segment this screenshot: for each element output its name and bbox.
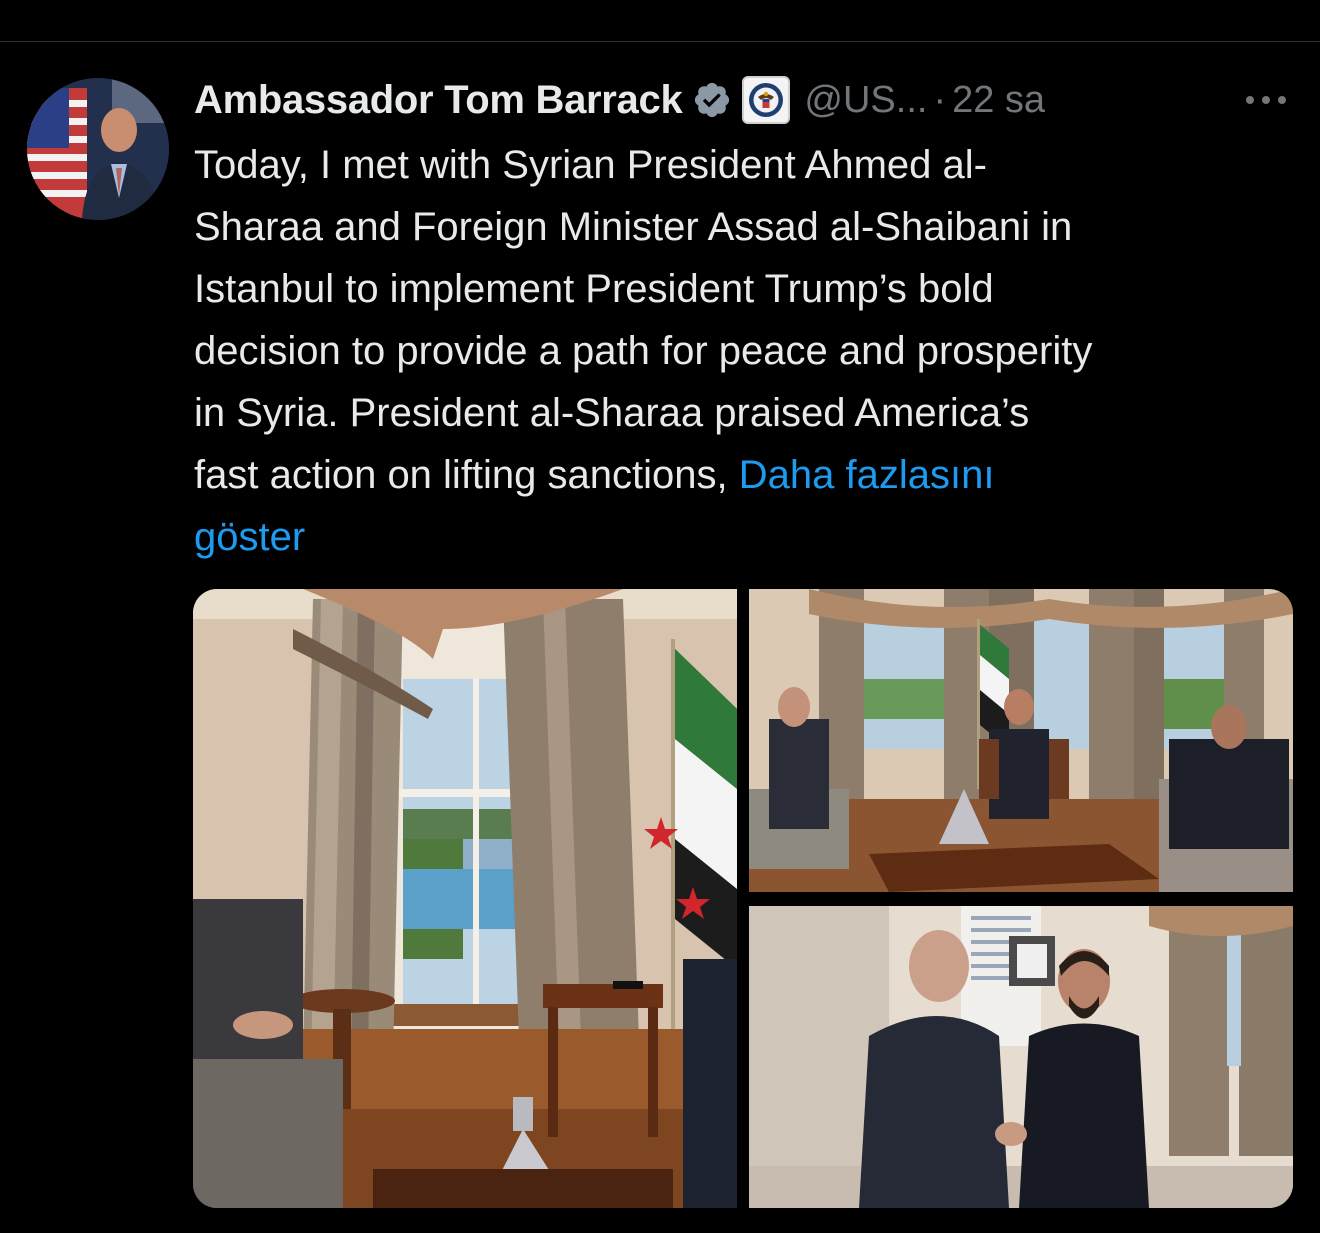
tweet-text-line: decision to provide a path for peace and…	[194, 329, 1093, 373]
tweet-timestamp[interactable]: 22 sa	[952, 79, 1045, 122]
tweet-text-line: fast action on lifting sanctions,	[194, 453, 739, 497]
tweet-text-line: Today, I met with Syrian President Ahmed…	[194, 143, 987, 187]
photo-handshake[interactable]	[749, 906, 1293, 1208]
tweet-text-line-last: fast action on lifting sanctions, Daha f…	[194, 444, 1299, 506]
tweet-header: Ambassador Tom Barrack @US... · 22 sa	[194, 74, 1294, 126]
author-handle[interactable]: @US...	[804, 79, 927, 122]
tweet-text-line: Istanbul to implement President Trump’s …	[194, 267, 994, 311]
author-avatar[interactable]	[27, 78, 169, 220]
tweet-text: Today, I met with Syrian President Ahmed…	[194, 134, 1299, 568]
tweet-text-line-more: göster	[194, 506, 1299, 568]
media-grid	[193, 589, 1293, 1208]
meta-separator: ·	[933, 78, 947, 121]
show-more-link-continued[interactable]: göster	[194, 515, 305, 559]
top-divider	[0, 41, 1320, 42]
verified-badge-icon[interactable]	[692, 80, 732, 120]
photo-meeting-room[interactable]	[193, 589, 737, 1208]
photo-meeting-wide[interactable]	[749, 589, 1293, 892]
tweet-text-line: in Syria. President al-Sharaa praised Am…	[194, 391, 1030, 435]
more-options-icon[interactable]	[1243, 82, 1289, 118]
author-name[interactable]: Ambassador Tom Barrack	[194, 78, 683, 123]
state-department-seal-icon[interactable]	[742, 76, 791, 124]
show-more-link[interactable]: Daha fazlasını	[739, 453, 995, 497]
tweet-text-line: Sharaa and Foreign Minister Assad al-Sha…	[194, 205, 1073, 249]
